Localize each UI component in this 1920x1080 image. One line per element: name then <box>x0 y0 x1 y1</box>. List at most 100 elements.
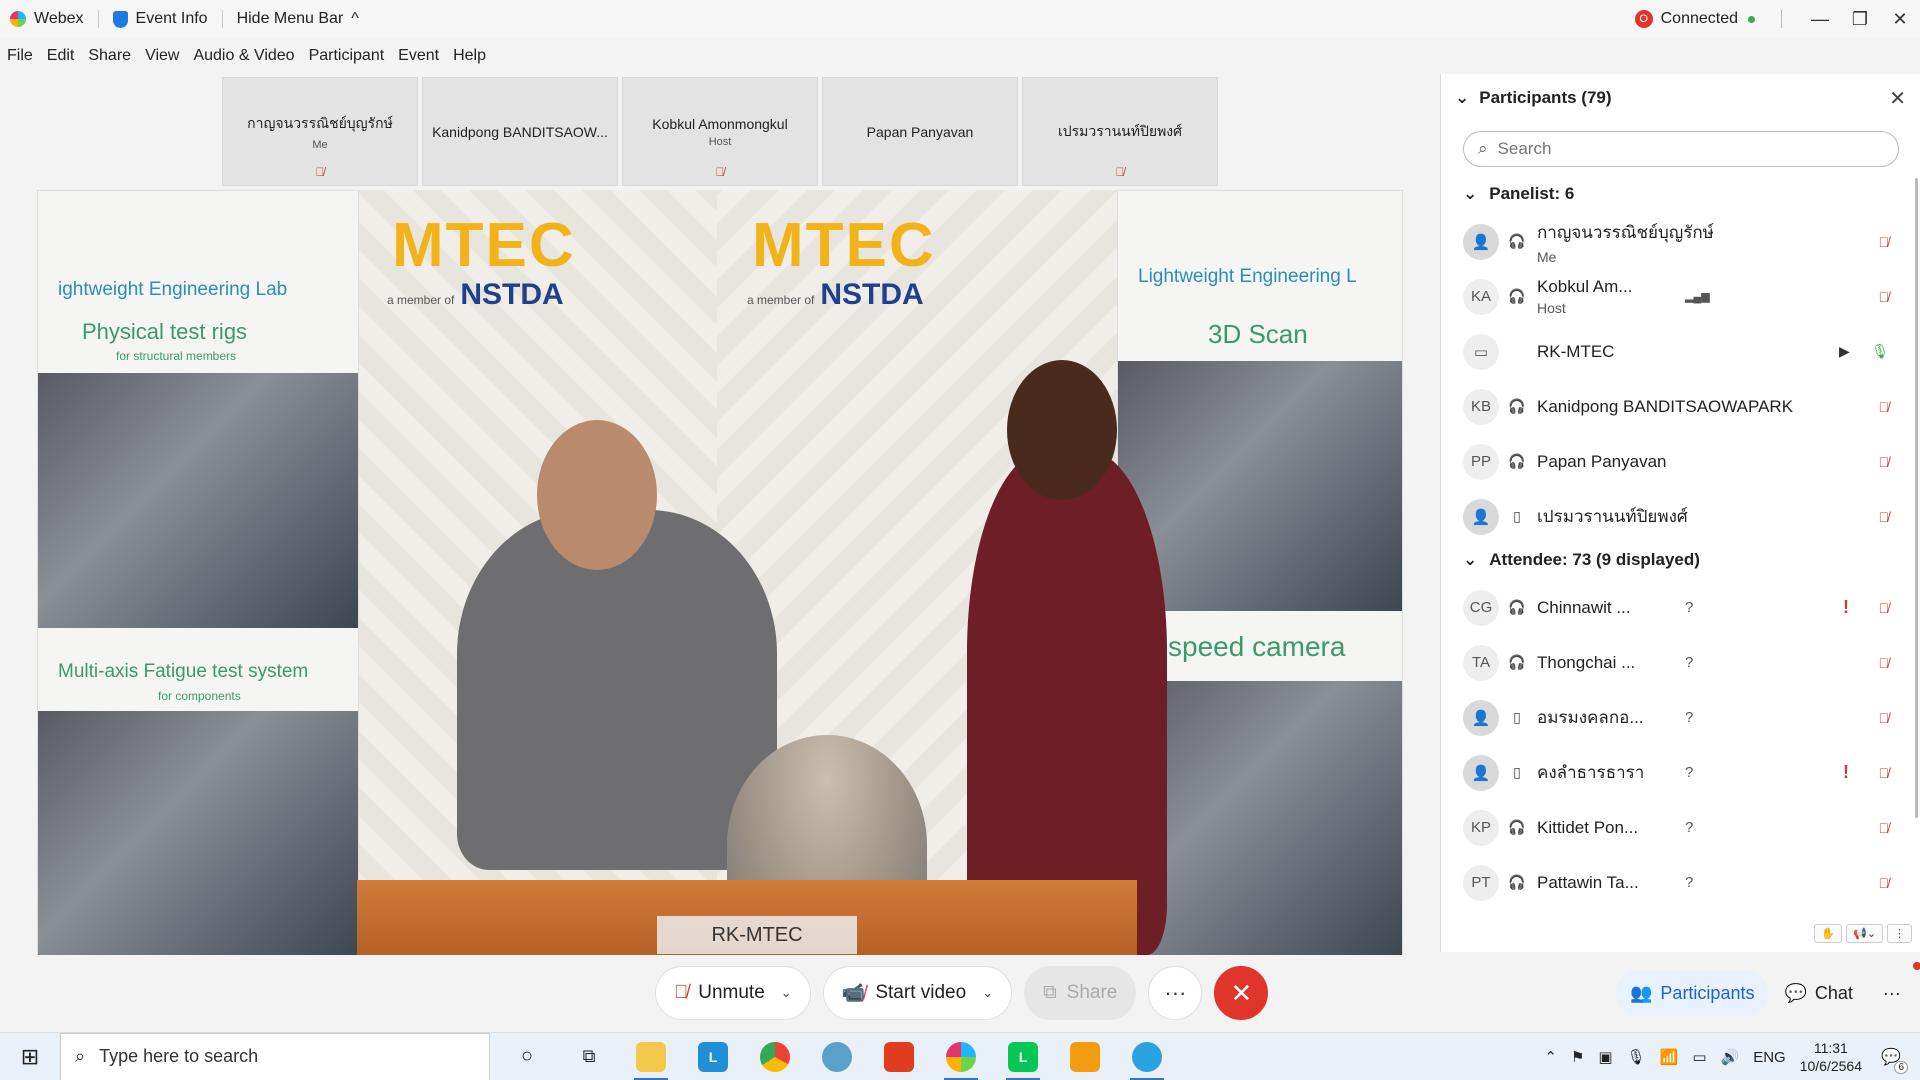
thumbnail-tile[interactable]: Kobkul Amonmongkul Host 🎙̸ <box>622 77 818 186</box>
recording-icon[interactable]: O <box>1634 10 1653 28</box>
mic-muted-icon[interactable]: 🎙̸ <box>1879 765 1890 781</box>
chevron-up-icon[interactable]: ⌃ <box>1544 1048 1557 1066</box>
avatar: KB <box>1463 388 1499 425</box>
webex-taskbar-icon[interactable] <box>930 1033 992 1080</box>
participant-row[interactable]: 👤 ▯ เปรมวรานนท์ปิยพงศ์ 🎙̸ <box>1463 489 1899 544</box>
chevron-down-icon: ⌄ <box>1463 184 1478 203</box>
mic-muted-icon[interactable]: 🎙̸ <box>1879 875 1890 891</box>
thumbnail-tile[interactable]: Papan Panyavan <box>822 77 1018 186</box>
cortana-icon[interactable]: ○ <box>496 1033 558 1080</box>
menu-view[interactable]: View <box>145 47 179 65</box>
more-panels-button[interactable]: ··· <box>1869 962 1920 1016</box>
battery-icon[interactable]: ▭ <box>1692 1048 1706 1066</box>
taskbar-search[interactable]: ⌕ Type here to search <box>60 1032 490 1080</box>
device-icon[interactable]: ▣ <box>1598 1048 1612 1066</box>
thumbnail-tile[interactable]: กาญจนวรรณิชย์บุญรักษ์ Me 🎙̸ <box>222 77 418 186</box>
security-icon[interactable]: ⚑ <box>1571 1048 1584 1066</box>
chrome-icon[interactable] <box>744 1033 806 1080</box>
menu-help[interactable]: Help <box>453 47 486 65</box>
participant-row[interactable]: TA 🎧 Thongchai ... ? 🎙̸ <box>1463 635 1899 690</box>
menu-edit[interactable]: Edit <box>47 47 75 65</box>
share-label: Share <box>1066 982 1118 1003</box>
participant-row[interactable]: KA 🎧 Kobkul Am... Host ▂▄▆ 🎙̸ <box>1463 269 1899 324</box>
mic-muted-icon[interactable]: 🎙̸ <box>1879 289 1890 305</box>
chevron-down-icon: ⌄ <box>1463 550 1478 569</box>
mic-muted-icon[interactable]: 🎙̸ <box>1879 454 1890 470</box>
mic-on-icon[interactable]: 🎙 <box>1871 343 1889 360</box>
line-app-icon[interactable]: L <box>992 1033 1054 1080</box>
participant-row[interactable]: CG 🎧 Chinnawit ... ? ! 🎙̸ <box>1463 580 1899 635</box>
unknown-status-icon: ? <box>1685 764 1694 781</box>
participant-name: Thongchai ... <box>1537 652 1636 672</box>
mic-muted-icon[interactable]: 🎙̸ <box>1879 710 1890 726</box>
participant-search[interactable]: ⌕ <box>1463 131 1899 167</box>
menu-file[interactable]: File <box>7 47 33 65</box>
file-explorer-icon[interactable] <box>620 1033 682 1080</box>
host-head <box>1007 360 1117 500</box>
participant-row[interactable]: KB 🎧 Kanidpong BANDITSAOWAPARK 🎙̸ <box>1463 379 1899 434</box>
participant-row[interactable]: PP 🎧 Papan Panyavan 🎙̸ <box>1463 434 1899 489</box>
presenter-head <box>537 420 657 570</box>
attendee-section-header[interactable]: ⌄ Attendee: 73 (9 displayed) <box>1463 550 1700 570</box>
menu-audio-video[interactable]: Audio & Video <box>193 47 294 65</box>
panel-header[interactable]: ⌄ Participants (79) <box>1455 88 1612 108</box>
office-icon[interactable] <box>868 1033 930 1080</box>
panelist-section-header[interactable]: ⌄ Panelist: 6 <box>1463 184 1574 204</box>
alert-icon: ! <box>1843 762 1849 782</box>
close-window-button[interactable]: ✕ <box>1880 0 1920 38</box>
share-button[interactable]: ⧉ Share <box>1024 966 1137 1020</box>
game-app-icon[interactable] <box>1054 1033 1116 1080</box>
video-name-tag: RK-MTEC <box>657 916 857 954</box>
volume-icon[interactable]: 🔊 <box>1721 1048 1740 1066</box>
start-video-button[interactable]: 📹̸ Start video ⌄ <box>822 966 1013 1020</box>
more-options-button[interactable]: ··· <box>1148 966 1203 1020</box>
participant-row[interactable]: KP 🎧 Kittidet Pon... ? 🎙̸ <box>1463 800 1899 855</box>
participant-row[interactable]: PT 🎧 Pattawin Ta... ? 🎙̸ <box>1463 855 1899 910</box>
mic-muted-icon[interactable]: 🎙̸ <box>1879 655 1890 671</box>
tab-chat[interactable]: 💬 Chat <box>1770 970 1866 1016</box>
globe-app-icon[interactable] <box>806 1033 868 1080</box>
mic-muted-icon[interactable]: 🎙̸ <box>1879 234 1890 250</box>
banner-heading: 3D Scan <box>1208 319 1308 349</box>
mic-muted-icon[interactable]: 🎙̸ <box>1879 600 1890 616</box>
mic-muted-icon[interactable]: 🎙̸ <box>1879 509 1890 525</box>
microphone-icon[interactable]: 🎙 <box>1627 1048 1646 1066</box>
menu-participant[interactable]: Participant <box>309 47 385 65</box>
leave-meeting-button[interactable]: ✕ <box>1214 966 1269 1020</box>
minimize-button[interactable]: — <box>1800 0 1840 38</box>
event-info-button[interactable]: Event Info <box>112 10 208 28</box>
unmute-button[interactable]: 🎙̸ Unmute ⌄ <box>655 966 811 1020</box>
language-indicator[interactable]: ENG <box>1753 1049 1786 1066</box>
hide-menu-bar-button[interactable]: Hide Menu Bar ^ <box>237 10 359 28</box>
restore-button[interactable]: ❐ <box>1840 0 1880 38</box>
search-input[interactable] <box>1497 139 1858 159</box>
telegram-icon[interactable] <box>1116 1033 1178 1080</box>
participant-row[interactable]: 👤 ▯ คงลำธารธารา ? ! 🎙̸ <box>1463 745 1899 800</box>
mic-muted-icon[interactable]: 🎙̸ <box>1879 399 1890 415</box>
thumbnail-tile[interactable]: Kanidpong BANDITSAOW... <box>422 77 618 186</box>
signal-strength-icon: ▂▄▆ <box>1685 291 1710 303</box>
wifi-icon[interactable]: 📶 <box>1660 1048 1679 1066</box>
close-panel-button[interactable]: ✕ <box>1889 86 1906 111</box>
l-app-icon[interactable]: L <box>682 1033 744 1080</box>
clock[interactable]: 11:31 10/6/2564 <box>1800 1039 1862 1075</box>
raise-hand-icon[interactable]: ✋ <box>1814 924 1843 943</box>
participant-row[interactable]: 👤 🎧 กาญจนวรรณิชย์บุญรักษ์ Me 🎙̸ <box>1463 214 1899 269</box>
notifications-icon[interactable]: 💬 6 <box>1876 1042 1908 1074</box>
tab-participants[interactable]: 👥 Participants <box>1616 970 1769 1016</box>
menu-share[interactable]: Share <box>88 47 131 65</box>
windows-start-icon[interactable]: ⊞ <box>0 1033 60 1080</box>
more-tools-icon[interactable]: ⋮ <box>1887 924 1912 943</box>
chevron-down-icon[interactable]: ⌄ <box>781 985 792 1001</box>
announce-icon[interactable]: 📢⌄ <box>1846 924 1883 943</box>
chevron-down-icon[interactable]: ⌄ <box>982 985 993 1001</box>
mic-muted-icon[interactable]: 🎙̸ <box>1879 820 1890 836</box>
task-view-icon[interactable]: ⧉ <box>558 1033 620 1080</box>
participant-row[interactable]: ▭ RK-MTEC ▶ 🎙 <box>1463 324 1899 379</box>
active-speaker-video[interactable]: MTEC a member of NSTDA MTEC a member of NS… <box>37 190 1403 955</box>
participant-row[interactable]: 👤 ▯ อมรมงคลกอ... ? 🎙̸ <box>1463 690 1899 745</box>
panel-scrollbar[interactable] <box>1915 178 1918 818</box>
unknown-status-icon: ? <box>1685 654 1694 671</box>
thumbnail-tile[interactable]: เปรมวรานนท์ปิยพงศ์ 🎙̸ <box>1022 77 1218 186</box>
menu-event[interactable]: Event <box>398 47 439 65</box>
